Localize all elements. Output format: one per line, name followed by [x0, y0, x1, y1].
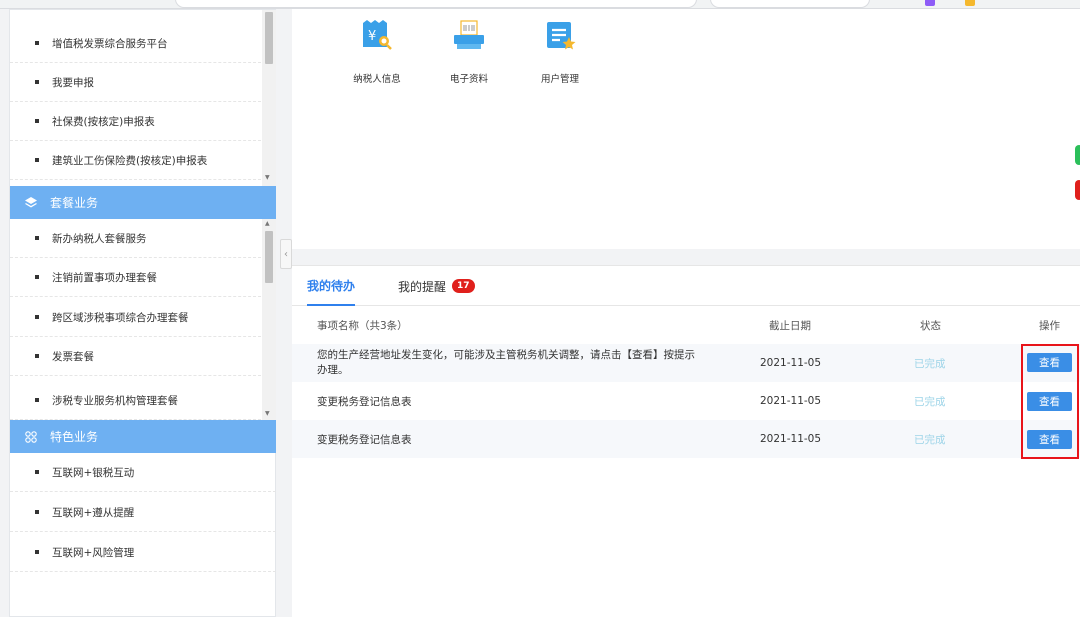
task-name-line: 办理。	[317, 364, 349, 376]
sidebar-item-new-taxpayer-package[interactable]: 新办纳税人套餐服务	[10, 219, 261, 258]
sidebar-item-cross-region-package[interactable]: 跨区域涉税事项综合办理套餐	[10, 298, 261, 337]
task-deadline: 2021-11-05	[760, 433, 822, 445]
sidebar-item-label: 发票套餐	[52, 350, 94, 363]
electronic-documents-icon	[454, 20, 484, 49]
sidebar: 增值税发票综合服务平台 我要申报 社保费(按核定)申报表 建筑业工伤保险费(按核…	[9, 9, 276, 617]
task-deadline: 2021-11-05	[760, 395, 822, 407]
sidebar-group-packages[interactable]: 套餐业务	[10, 186, 276, 219]
extension-icon[interactable]	[965, 0, 975, 6]
bullet-icon	[35, 398, 39, 402]
sidebar-item-label: 注销前置事项办理套餐	[52, 271, 157, 284]
tool-label: 纳税人信息	[353, 74, 401, 85]
sidebar-group-title: 特色业务	[50, 430, 99, 444]
bullet-icon	[35, 158, 39, 162]
scroll-down-icon[interactable]: ▼	[265, 175, 270, 181]
bullet-icon	[35, 119, 39, 123]
tool-label: 用户管理	[540, 74, 579, 85]
floating-button-green[interactable]	[1075, 145, 1080, 165]
sidebar-item-label: 社保费(按核定)申报表	[52, 115, 155, 128]
sidebar-item-label: 跨区域涉税事项综合办理套餐	[52, 311, 189, 324]
sidebar-item-label: 我要申报	[52, 76, 94, 89]
layers-icon	[25, 196, 37, 207]
sidebar-item-invoice-package[interactable]: 发票套餐	[10, 337, 261, 376]
task-status: 已完成	[914, 395, 946, 408]
user-management-icon	[547, 22, 576, 50]
task-name: 变更税务登记信息表	[317, 395, 412, 408]
sidebar-item-label: 互联网+银税互动	[52, 466, 135, 479]
task-deadline: 2021-11-05	[760, 357, 822, 369]
sidebar-group-title: 套餐业务	[50, 196, 99, 210]
bullet-icon	[35, 80, 39, 84]
scroll-up-icon[interactable]: ▲	[265, 221, 270, 227]
table-header: 事项名称（共3条） 截止日期 状态 操作	[292, 306, 1080, 344]
sidebar-item-social-insurance-form[interactable]: 社保费(按核定)申报表	[10, 102, 261, 141]
chevron-left-icon: ‹	[284, 248, 288, 260]
quick-tools-panel: ¥ 纳税人信息 电子资料 用户管理	[292, 9, 1080, 249]
sidebar-item-bank-tax-interaction[interactable]: 互联网+银税互动	[10, 453, 276, 492]
tab-label: 我的提醒	[398, 279, 447, 294]
bullet-icon	[35, 510, 39, 514]
bullet-icon	[35, 470, 39, 474]
sidebar-item-vat-invoice-platform[interactable]: 增值税发票综合服务平台	[10, 24, 261, 63]
task-name: 您的生产经营地址发生变化，可能涉及主管税务机关调整，请点击【查看】按提示 办理。	[317, 344, 737, 382]
address-bar[interactable]	[175, 0, 697, 8]
table-row: 变更税务登记信息表 2021-11-05 已完成 查看	[292, 382, 1080, 420]
sidebar-item-label: 建筑业工伤保险费(按核定)申报表	[52, 154, 208, 167]
browser-toolbar	[0, 0, 1080, 9]
table-row: 您的生产经营地址发生变化，可能涉及主管税务机关调整，请点击【查看】按提示 办理。…	[292, 344, 1080, 382]
bullet-icon	[35, 550, 39, 554]
taxpayer-info-icon: ¥	[363, 20, 392, 50]
task-status: 已完成	[914, 357, 946, 370]
tab-my-todo[interactable]: 我的待办	[307, 266, 356, 306]
column-header-action: 操作	[1039, 319, 1060, 332]
tool-taxpayer-info[interactable]: ¥ 纳税人信息	[342, 19, 412, 85]
column-header-status: 状态	[920, 319, 941, 332]
tool-label: 电子资料	[449, 74, 488, 85]
tool-user-management[interactable]: 用户管理	[525, 19, 595, 85]
browser-search-field[interactable]	[710, 0, 870, 8]
scrollbar-thumb[interactable]	[265, 12, 273, 64]
sidebar-item-compliance-reminder[interactable]: 互联网+遵从提醒	[10, 493, 276, 532]
sidebar-item-construction-injury-insurance-form[interactable]: 建筑业工伤保险费(按核定)申报表	[10, 141, 261, 180]
scroll-down-icon[interactable]: ▼	[265, 411, 270, 417]
column-header-name: 事项名称（共3条）	[317, 319, 408, 332]
grid-icon	[25, 430, 37, 443]
tab-my-reminders[interactable]: 我的提醒 17	[398, 266, 475, 306]
floating-button-red[interactable]	[1075, 180, 1080, 200]
column-header-deadline: 截止日期	[769, 319, 811, 332]
bullet-icon	[35, 41, 39, 45]
sidebar-group-featured[interactable]: 特色业务	[10, 420, 276, 453]
tool-electronic-documents[interactable]: 电子资料	[434, 19, 504, 85]
bullet-icon	[35, 275, 39, 279]
sidebar-item-deregistration-package[interactable]: 注销前置事项办理套餐	[10, 258, 261, 297]
extension-icon[interactable]	[925, 0, 935, 6]
reminder-count-badge: 17	[452, 279, 475, 293]
task-name-line: 您的生产经营地址发生变化，可能涉及主管税务机关调整，请点击【查看】按提示	[317, 349, 695, 361]
tasks-panel: 我的待办 我的提醒 17 事项名称（共3条） 截止日期 状态 操作 您的生产经营…	[292, 265, 1080, 617]
svg-text:¥: ¥	[368, 29, 376, 44]
bullet-icon	[35, 236, 39, 240]
sidebar-item-label: 互联网+风险管理	[52, 546, 135, 559]
sidebar-item-label: 涉税专业服务机构管理套餐	[52, 394, 178, 407]
sidebar-scrollbar[interactable]: ▲ ▼	[262, 219, 276, 420]
bullet-icon	[35, 354, 39, 358]
sidebar-item-tax-declaration[interactable]: 我要申报	[10, 63, 261, 102]
task-name: 变更税务登记信息表	[317, 433, 412, 446]
sidebar-item-tax-agency-package[interactable]: 涉税专业服务机构管理套餐	[10, 381, 261, 420]
collapse-sidebar-button[interactable]: ‹	[280, 239, 292, 269]
sidebar-item-label: 增值税发票综合服务平台	[52, 37, 168, 50]
sidebar-item-risk-management[interactable]: 互联网+风险管理	[10, 533, 276, 572]
tab-label: 我的待办	[307, 278, 356, 293]
sidebar-item-label: 新办纳税人套餐服务	[52, 232, 147, 245]
highlight-annotation-box	[1021, 344, 1079, 459]
tasks-tabs: 我的待办 我的提醒 17	[292, 266, 1080, 306]
bullet-icon	[35, 315, 39, 319]
sidebar-scrollbar[interactable]: ▼	[262, 10, 276, 186]
sidebar-item-label: 互联网+遵从提醒	[52, 506, 135, 519]
scrollbar-thumb[interactable]	[265, 231, 273, 283]
task-status: 已完成	[914, 433, 946, 446]
table-row: 变更税务登记信息表 2021-11-05 已完成 查看	[292, 420, 1080, 458]
